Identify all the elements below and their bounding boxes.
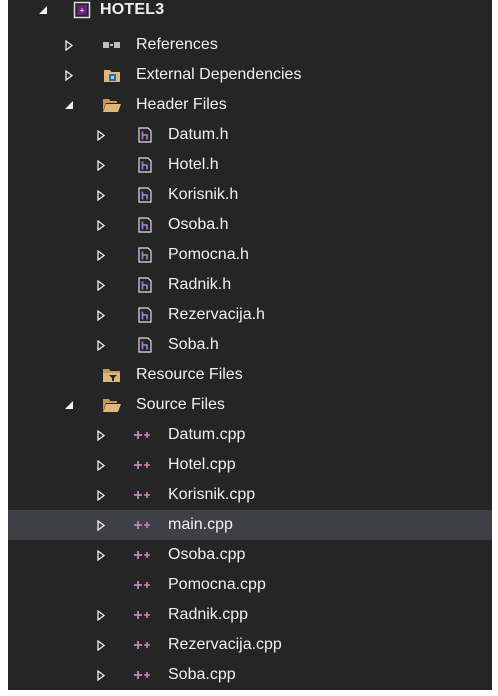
cpp-file-icon (134, 660, 154, 690)
open-folder-filter-icon (102, 390, 122, 420)
collapsed-arrow-icon[interactable] (94, 450, 108, 480)
collapsed-arrow-icon[interactable] (94, 150, 108, 180)
tree-item-label: Pomocna.h (168, 246, 249, 263)
tree-item-label: Korisnik.h (168, 186, 239, 203)
cpp-file-icon (134, 540, 154, 570)
tree-item-label: Radnik.h (168, 276, 232, 293)
cpp-project-icon: + (72, 0, 92, 25)
tree-item-label: Korisnik.cpp (168, 486, 256, 503)
header-file-icon (135, 150, 155, 180)
tree-item-label: main.cpp (168, 516, 233, 533)
tree-item-external-dependencies[interactable]: External Dependencies (8, 60, 492, 90)
tree-item-source-files[interactable]: Source Files (8, 390, 492, 420)
header-file-icon (135, 270, 155, 300)
collapsed-arrow-icon[interactable] (94, 660, 108, 690)
cpp-file-icon (134, 420, 154, 450)
tree-item-label: Header Files (136, 96, 227, 113)
collapsed-arrow-icon[interactable] (94, 300, 108, 330)
cpp-file-icon (134, 510, 154, 540)
expanded-arrow-icon[interactable] (62, 90, 76, 120)
external-dependencies-icon (102, 60, 122, 90)
tree-item-file[interactable]: Soba.cpp (8, 660, 492, 690)
expanded-arrow-icon[interactable] (62, 390, 76, 420)
collapsed-arrow-icon[interactable] (94, 330, 108, 360)
tree-item-file[interactable]: Korisnik.h (8, 180, 492, 210)
collapsed-arrow-icon[interactable] (62, 30, 76, 60)
header-file-icon (135, 210, 155, 240)
tree-item-file[interactable]: Osoba.cpp (8, 540, 492, 570)
cpp-file-icon (134, 450, 154, 480)
collapsed-arrow-icon[interactable] (94, 240, 108, 270)
cpp-file-icon (134, 630, 154, 660)
collapsed-arrow-icon[interactable] (94, 210, 108, 240)
tree-item-file[interactable]: Radnik.cpp (8, 600, 492, 630)
tree-item-label: Osoba.cpp (168, 546, 246, 563)
header-file-icon (135, 120, 155, 150)
tree-item-label: Source Files (136, 396, 225, 413)
tree-item-label: Hotel.cpp (168, 456, 236, 473)
tree-item-label: Resource Files (136, 366, 243, 383)
solution-explorer-tree[interactable]: + HOTEL3 References External Dependencie… (8, 0, 492, 690)
collapsed-arrow-icon[interactable] (94, 480, 108, 510)
tree-item-file[interactable]: Pomocna.h (8, 240, 492, 270)
tree-item-label: Rezervacija.h (168, 306, 265, 323)
tree-item-file[interactable]: Datum.cpp (8, 420, 492, 450)
tree-item-label: Soba.cpp (168, 666, 236, 683)
tree-item-label: HOTEL3 (100, 1, 165, 18)
collapsed-arrow-icon[interactable] (94, 180, 108, 210)
tree-item-file[interactable]: Rezervacija.cpp (8, 630, 492, 660)
header-file-icon (135, 300, 155, 330)
collapsed-arrow-icon[interactable] (94, 600, 108, 630)
header-file-icon (135, 330, 155, 360)
tree-item-label: Hotel.h (168, 156, 219, 173)
tree-item-project[interactable]: + HOTEL3 (8, 0, 492, 24)
tree-item-file[interactable]: Radnik.h (8, 270, 492, 300)
references-icon (102, 30, 122, 60)
collapsed-arrow-icon[interactable] (94, 630, 108, 660)
tree-item-file[interactable]: Hotel.h (8, 150, 492, 180)
collapsed-arrow-icon[interactable] (94, 540, 108, 570)
header-file-icon (135, 180, 155, 210)
tree-item-file[interactable]: Osoba.h (8, 210, 492, 240)
tree-item-file[interactable]: Korisnik.cpp (8, 480, 492, 510)
header-file-icon (135, 240, 155, 270)
collapsed-arrow-icon[interactable] (94, 120, 108, 150)
folder-filter-icon (102, 360, 122, 390)
tree-item-file[interactable]: Soba.h (8, 330, 492, 360)
tree-item-file[interactable]: Rezervacija.h (8, 300, 492, 330)
tree-item-file[interactable]: Hotel.cpp (8, 450, 492, 480)
tree-item-file[interactable]: Pomocna.cpp (8, 570, 492, 600)
tree-item-label: References (136, 36, 218, 53)
open-folder-filter-icon (102, 90, 122, 120)
collapsed-arrow-icon[interactable] (94, 510, 108, 540)
tree-item-label: Radnik.cpp (168, 606, 249, 623)
tree-item-file[interactable]: main.cpp (8, 510, 492, 540)
tree-item-header-files[interactable]: Header Files (8, 90, 492, 120)
svg-text:+: + (79, 6, 84, 16)
tree-item-label: Pomocna.cpp (168, 576, 266, 593)
tree-item-resource-files[interactable]: Resource Files (8, 360, 492, 390)
tree-item-label: Soba.h (168, 336, 219, 353)
screenshot-frame: + HOTEL3 References External Dependencie… (0, 0, 498, 696)
collapsed-arrow-icon[interactable] (94, 420, 108, 450)
tree-item-label: Rezervacija.cpp (168, 636, 282, 653)
expanded-arrow-icon[interactable] (36, 0, 50, 25)
collapsed-arrow-icon[interactable] (62, 60, 76, 90)
collapsed-arrow-icon[interactable] (94, 270, 108, 300)
tree-item-label: External Dependencies (136, 66, 302, 83)
tree-item-label: Datum.cpp (168, 426, 246, 443)
tree-item-file[interactable]: Datum.h (8, 120, 492, 150)
cpp-file-icon (134, 480, 154, 510)
cpp-file-icon (134, 570, 154, 600)
tree-item-label: Datum.h (168, 126, 229, 143)
tree-item-label: Osoba.h (168, 216, 229, 233)
tree-item-references[interactable]: References (8, 30, 492, 60)
cpp-file-icon (134, 600, 154, 630)
